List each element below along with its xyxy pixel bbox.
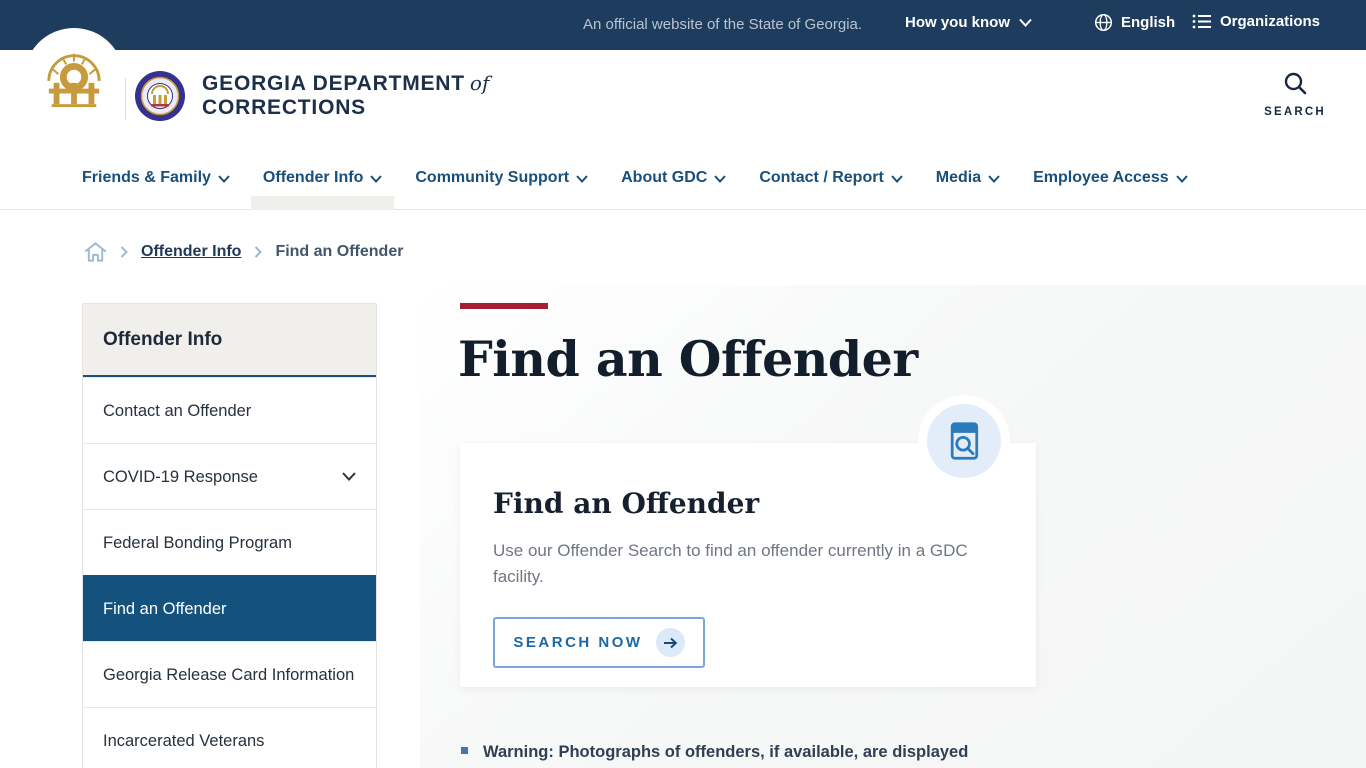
breadcrumb-link-offender-info[interactable]: Offender Info: [141, 243, 241, 261]
georgia-arch-icon: [47, 53, 101, 108]
nav-item-offender-info[interactable]: Offender Info: [250, 146, 395, 210]
bullet-icon: [461, 747, 468, 754]
sidebar-item-covid-19-response[interactable]: COVID-19 Response: [83, 443, 376, 509]
card-description: Use our Offender Search to find an offen…: [493, 541, 968, 586]
nav-label: Friends & Family: [82, 169, 211, 186]
nav-item-contact-report[interactable]: Contact / Report: [759, 146, 903, 210]
chevron-down-icon: [342, 472, 356, 481]
nav-item-community-support[interactable]: Community Support: [415, 146, 588, 210]
site-title[interactable]: GEORGIA DEPARTMENT of CORRECTIONS: [202, 71, 489, 120]
page-title: Find an Offender: [458, 330, 918, 388]
org-name-line1: GEORGIA DEPARTMENT: [202, 72, 465, 95]
georgia-arch-logo[interactable]: [24, 28, 124, 128]
nav-item-media[interactable]: Media: [936, 146, 1000, 210]
sidebar-item-label: Contact an Offender: [103, 401, 252, 420]
how-you-know-button[interactable]: How you know: [905, 14, 1032, 31]
sidebar-item-label: Incarcerated Veterans: [103, 731, 265, 750]
sidebar-item-label: Federal Bonding Program: [103, 533, 292, 552]
nav-item-employee-access[interactable]: Employee Access: [1033, 146, 1188, 210]
language-selector[interactable]: English: [1094, 13, 1175, 32]
gdc-seal-icon: [135, 71, 185, 121]
chevron-down-icon: [370, 175, 383, 183]
chevron-down-icon: [576, 175, 588, 183]
organizations-label: Organizations: [1220, 13, 1321, 30]
chevron-down-icon: [714, 175, 727, 183]
organizations-button[interactable]: Organizations: [1192, 13, 1320, 30]
globe-icon: [1094, 13, 1113, 32]
chevron-down-icon: [1019, 18, 1032, 27]
header-search-button[interactable]: SEARCH: [1260, 71, 1330, 118]
breadcrumb-current: Find an Offender: [275, 243, 404, 260]
main-navigation: Friends & Family Offender Info Community…: [0, 146, 1366, 210]
org-name-line2: CORRECTIONS: [202, 96, 366, 119]
arrow-right-icon: [655, 628, 685, 657]
nav-label: Community Support: [415, 169, 570, 186]
nav-label: Contact / Report: [759, 169, 884, 186]
official-website-text: An official website of the State of Geor…: [583, 16, 863, 33]
nav-label: Media: [935, 169, 982, 186]
nav-label: Offender Info: [262, 169, 364, 186]
nav-label: About GDC: [621, 169, 708, 186]
nav-item-about-gdc[interactable]: About GDC: [621, 146, 727, 210]
sidebar-item-label: Georgia Release Card Information: [103, 665, 355, 684]
sidebar-item-label: Find an Offender: [103, 599, 227, 618]
sidebar-item-georgia-release-card[interactable]: Georgia Release Card Information: [83, 641, 376, 707]
section-sidebar: Offender Info Contact an Offender COVID-…: [82, 303, 377, 768]
page: An official website of the State of Geor…: [0, 0, 1366, 768]
chevron-right-icon: [120, 246, 128, 258]
government-topbar: An official website of the State of Geor…: [0, 0, 1366, 50]
search-now-button[interactable]: SEARCH NOW: [493, 617, 705, 668]
chevron-down-icon: [1175, 175, 1188, 183]
sidebar-item-federal-bonding-program[interactable]: Federal Bonding Program: [83, 509, 376, 575]
chevron-down-icon: [218, 175, 230, 183]
home-icon[interactable]: [84, 241, 107, 263]
breadcrumb: Offender Info Find an Offender: [84, 241, 403, 263]
warning-text: Warning: Photographs of offenders, if av…: [483, 743, 969, 761]
chevron-down-icon: [988, 175, 1000, 183]
sidebar-title: Offender Info: [83, 304, 376, 377]
list-icon: [1192, 14, 1211, 29]
search-now-label: SEARCH NOW: [513, 634, 643, 651]
how-you-know-label: How you know: [905, 14, 1010, 31]
red-accent-bar: [460, 303, 548, 309]
nav-label: Employee Access: [1033, 169, 1169, 186]
offender-search-badge: [918, 395, 1010, 487]
document-search-icon: [927, 404, 1001, 478]
sidebar-item-find-an-offender[interactable]: Find an Offender: [83, 575, 376, 641]
sidebar-item-contact-an-offender[interactable]: Contact an Offender: [83, 377, 376, 443]
card-title: Find an Offender: [493, 487, 760, 520]
sidebar-item-label: COVID-19 Response: [103, 467, 258, 486]
sidebar-item-incarcerated-veterans[interactable]: Incarcerated Veterans: [83, 707, 376, 768]
language-label: English: [1121, 14, 1176, 31]
org-name-connector: of: [469, 71, 490, 95]
chevron-right-icon: [255, 246, 263, 258]
header-divider: [125, 78, 126, 120]
search-label: SEARCH: [1264, 106, 1326, 118]
search-icon: [1284, 72, 1306, 95]
warning-list-item: Warning: Photographs of offenders, if av…: [461, 740, 1041, 764]
chevron-down-icon: [891, 175, 903, 183]
nav-item-friends-family[interactable]: Friends & Family: [82, 146, 230, 210]
